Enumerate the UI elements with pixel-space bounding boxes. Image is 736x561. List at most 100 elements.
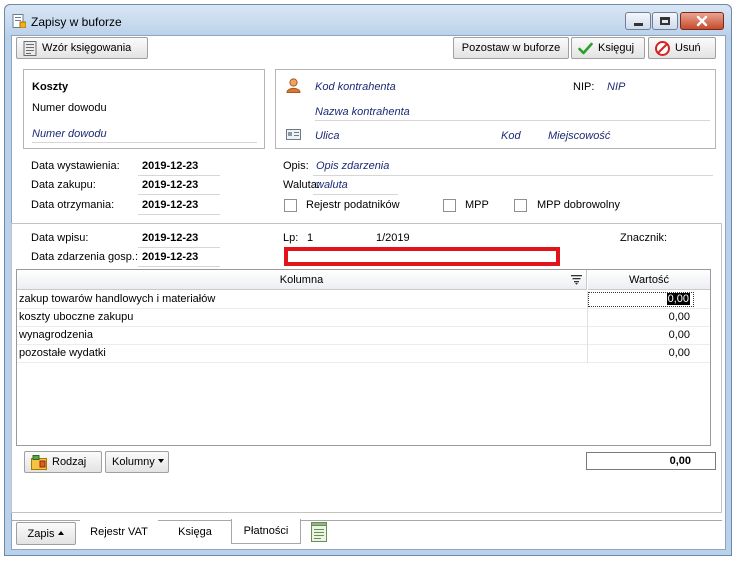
address-card-icon [286,129,301,143]
mpp-label: MPP [465,199,489,211]
tab-payments[interactable]: Płatności [231,519,301,544]
tab-vat-register-label: Rejestr VAT [90,526,148,538]
row-value[interactable]: 0,00 [669,347,690,359]
currency-underline [313,194,398,195]
nip-input[interactable]: NIP [607,81,625,93]
receipt-date-value[interactable]: 2019-12-23 [142,199,198,211]
tab-entry[interactable]: Zapis [16,522,76,545]
tab-vat-register[interactable]: Rejestr VAT [80,520,158,544]
column-header-label: Kolumna [279,273,324,286]
receipt-date-label: Data otrzymania: [31,199,115,211]
doc-number-input[interactable]: Numer dowodu [32,128,107,140]
contractor-name-underline [315,120,710,121]
close-window-button[interactable] [680,12,724,30]
row-name: pozostałe wydatki [19,347,106,359]
grid-column-divider [587,291,588,363]
entry-date-underline [138,247,220,248]
row-value[interactable]: 0,00 [666,293,690,305]
template-button[interactable]: Wzór księgowania [16,37,148,59]
type-button[interactable]: Rodzaj [24,451,102,473]
lp-label: Lp: [283,232,299,244]
street-input[interactable]: Ulica [315,130,339,142]
row-name: wynagrodzenia [19,329,93,341]
ledger-template-icon [23,40,37,56]
columns-button[interactable]: Kolumny [105,451,169,473]
delete-button[interactable]: Usuń [648,37,716,59]
post-button[interactable]: Księguj [571,37,645,59]
no-entry-icon [655,40,670,56]
doc-number-label: Numer dowodu [32,102,107,114]
event-date-label: Data zdarzenia gosp.: [31,251,139,263]
purchase-date-value[interactable]: 2019-12-23 [142,179,198,191]
tab-entry-label: Zapis [27,527,55,540]
currency-input[interactable]: waluta [316,179,348,191]
mpp-voluntary-checkbox[interactable] [514,199,527,212]
issue-date-label: Data wystawienia: [31,160,120,172]
value-header-label: Wartość [629,273,669,286]
issue-date-value[interactable]: 2019-12-23 [142,160,198,172]
currency-label: Waluta: [283,179,320,191]
type-icon [31,454,47,470]
description-underline [313,175,713,176]
description-label: Opis: [283,160,309,172]
table-row[interactable]: zakup towarów handlowych i materiałów 0,… [17,291,710,309]
maximize-icon [660,17,670,25]
delete-button-label: Usuń [675,42,701,54]
taxpayers-register-checkbox[interactable] [284,199,297,212]
entry-date-value[interactable]: 2019-12-23 [142,232,198,244]
caret-down-icon [157,454,164,466]
row-name: zakup towarów handlowych i materiałów [19,293,216,305]
entries-grid[interactable]: Kolumna Wartość zakup towarów handlowych… [16,269,711,446]
template-button-label: Wzór księgowania [42,42,132,54]
table-row[interactable]: pozostałe wydatki 0,00 [17,345,710,363]
highlight-box [284,247,560,266]
mpp-voluntary-label: MPP dobrowolny [537,199,620,211]
postal-code-input[interactable]: Kod [501,130,521,142]
taxpayers-register-label: Rejestr podatników [306,199,400,211]
tab-ledger[interactable]: Księga [159,520,231,544]
purchase-date-label: Data zakupu: [31,179,96,191]
event-date-underline [138,266,220,267]
filter-icon[interactable] [571,274,582,288]
value-header[interactable]: Wartość [588,270,710,290]
entry-number: 1/2019 [376,232,410,244]
column-header[interactable]: Kolumna [17,270,587,290]
contractor-panel: Kod kontrahenta NIP: NIP Nazwa kontrahen… [275,69,716,149]
minimize-icon [633,22,643,26]
leave-in-buffer-button[interactable]: Pozostaw w buforze [453,37,569,59]
maximize-button[interactable] [652,12,678,30]
close-icon [696,15,708,27]
receipt-date-underline [138,214,220,215]
minimize-button[interactable] [625,12,651,30]
issue-date-underline [138,175,220,176]
city-input[interactable]: Miejscowość [548,130,610,142]
lp-value: 1 [307,232,314,244]
tab-payments-label: Płatności [243,525,289,537]
table-row[interactable]: koszty uboczne zakupu 0,00 [17,309,710,327]
mpp-checkbox[interactable] [443,199,456,212]
purchase-date-underline [138,194,220,195]
checkmark-icon [578,42,593,55]
leave-in-buffer-label: Pozostaw w buforze [461,42,561,54]
app-icon [12,14,27,29]
entry-date-label: Data wpisu: [31,232,89,244]
marker-label: Znacznik: [620,232,668,244]
nip-label: NIP: [573,81,595,93]
event-date-value[interactable]: 2019-12-23 [142,251,198,263]
total-value: 0,00 [586,452,716,470]
tab-ledger-label: Księga [178,526,212,538]
contractor-code-input[interactable]: Kod kontrahenta [315,81,396,93]
costs-heading: Koszty [32,81,69,93]
description-input[interactable]: Opis zdarzenia [316,160,389,172]
title-bar[interactable]: Zapisy w buforze [5,5,731,35]
columns-button-label: Kolumny [112,456,155,468]
row-value[interactable]: 0,00 [669,329,690,341]
contractor-name-input[interactable]: Nazwa kontrahenta [315,106,410,118]
row-value[interactable]: 0,00 [669,311,690,323]
table-row[interactable]: wynagrodzenia 0,00 [17,327,710,345]
caret-up-icon [58,526,65,538]
person-icon[interactable] [286,78,301,96]
notepad-icon[interactable] [311,522,327,545]
post-button-label: Księguj [598,42,635,54]
doc-number-underline [32,142,257,143]
